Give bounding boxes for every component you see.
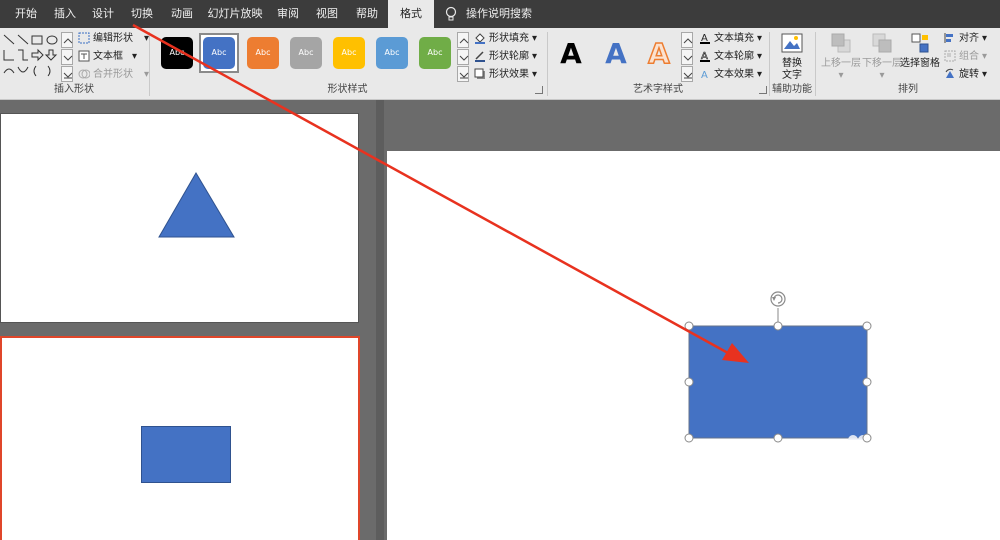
shape-style-swatch[interactable]: Abc bbox=[333, 37, 365, 69]
tell-me-search[interactable]: 操作说明搜索 bbox=[466, 0, 532, 28]
merge-shapes-icon bbox=[78, 69, 90, 79]
edit-shape-icon bbox=[78, 32, 90, 44]
shapes-gallery-scroll[interactable] bbox=[61, 32, 73, 83]
group-icon bbox=[944, 50, 956, 62]
text-box-icon bbox=[78, 50, 90, 62]
slide-canvas bbox=[684, 291, 872, 443]
resize-handle[interactable] bbox=[862, 321, 872, 331]
shapes-gallery[interactable] bbox=[2, 33, 60, 79]
slide-thumbnail-1[interactable] bbox=[0, 113, 359, 323]
text-outline-icon: A bbox=[700, 51, 710, 62]
group-label-insert-shapes: 插入形状 bbox=[54, 84, 94, 95]
resize-handle[interactable] bbox=[684, 377, 694, 387]
tab-help[interactable]: 帮助 bbox=[346, 0, 388, 28]
group-label-shape-styles: 形状样式 bbox=[327, 84, 368, 95]
shape-style-swatch[interactable]: Abc bbox=[247, 37, 279, 69]
align-icon bbox=[944, 33, 953, 43]
rectangle-shape-selected[interactable] bbox=[688, 325, 868, 439]
pen-icon bbox=[475, 51, 485, 62]
bring-forward-icon bbox=[831, 33, 851, 53]
rectangle-shape-thumbnail bbox=[141, 426, 231, 483]
resize-handle[interactable] bbox=[773, 433, 783, 443]
selection-pane-button[interactable]: 选择窗格 bbox=[900, 32, 940, 70]
wordart-styles-scroll[interactable] bbox=[681, 32, 693, 83]
svg-text:A: A bbox=[701, 70, 708, 80]
resize-handle[interactable] bbox=[773, 321, 783, 331]
shape-style-swatch[interactable]: Abc bbox=[203, 37, 235, 69]
current-slide[interactable] bbox=[387, 151, 1000, 540]
shape-styles-scroll[interactable] bbox=[457, 32, 469, 83]
lightbulb-icon[interactable] bbox=[444, 6, 458, 22]
group-label-wordart-styles: 艺术字样式 bbox=[633, 84, 683, 95]
text-fill-icon: A bbox=[700, 33, 710, 44]
tab-insert[interactable]: 插入 bbox=[46, 0, 84, 28]
alt-text-button[interactable]: 替换 文字 bbox=[774, 32, 810, 82]
slide-thumbnail-2[interactable] bbox=[0, 336, 360, 540]
resize-handle[interactable] bbox=[862, 377, 872, 387]
tab-review[interactable]: 审阅 bbox=[268, 0, 308, 28]
shape-style-swatch[interactable]: Abc bbox=[161, 37, 193, 69]
shape-style-swatch[interactable]: Abc bbox=[419, 37, 451, 69]
pane-splitter[interactable] bbox=[376, 100, 384, 540]
triangle-shape bbox=[158, 172, 235, 238]
shape-style-swatch[interactable]: Abc bbox=[290, 37, 322, 69]
paint-bucket-icon bbox=[475, 33, 485, 44]
send-backward-icon bbox=[872, 33, 892, 53]
tab-view[interactable]: 视图 bbox=[308, 0, 346, 28]
wordart-style-black[interactable]: A bbox=[552, 35, 590, 73]
group-label-accessibility: 辅助功能 bbox=[772, 84, 812, 95]
tab-animations[interactable]: 动画 bbox=[162, 0, 202, 28]
bring-forward-button[interactable]: 上移一层 ▾ bbox=[818, 32, 864, 82]
resize-handle[interactable] bbox=[862, 433, 872, 443]
selection-pane-icon bbox=[911, 33, 929, 53]
tab-home[interactable]: 开始 bbox=[6, 0, 46, 28]
ribbon-format: 编辑形状 ▾ 文本框 ▾ 合并形状 ▾ 插入形状 Abc Abc Abc Abc Ab… bbox=[0, 28, 1000, 100]
alt-text-icon bbox=[781, 33, 803, 53]
tab-transitions[interactable]: 切换 bbox=[122, 0, 162, 28]
wordart-style-orange-outline[interactable]: A bbox=[640, 35, 678, 73]
text-effects-icon: A bbox=[701, 70, 708, 80]
tab-slideshow[interactable]: 幻灯片放映 bbox=[202, 0, 268, 28]
rotate-icon bbox=[945, 68, 954, 78]
group-label-arrange: 排列 bbox=[898, 84, 918, 95]
tab-design[interactable]: 设计 bbox=[84, 0, 122, 28]
shape-styles-dialog-launcher[interactable] bbox=[535, 86, 543, 94]
resize-handle[interactable] bbox=[684, 433, 694, 443]
wordart-style-blue[interactable]: A bbox=[597, 35, 635, 73]
send-backward-button[interactable]: 下移一层 ▾ bbox=[859, 32, 905, 82]
resize-handle[interactable] bbox=[684, 321, 694, 331]
shape-style-swatch[interactable]: Abc bbox=[376, 37, 408, 69]
rotate-handle-icon[interactable] bbox=[770, 291, 786, 307]
tab-format[interactable]: 格式 bbox=[388, 0, 434, 28]
shape-effects-icon bbox=[474, 68, 485, 79]
wordart-styles-dialog-launcher[interactable] bbox=[759, 86, 767, 94]
ribbon-tab-bar: 开始 插入 设计 切换 动画 幻灯片放映 审阅 视图 帮助 格式 操作说明搜索 bbox=[0, 0, 1000, 28]
